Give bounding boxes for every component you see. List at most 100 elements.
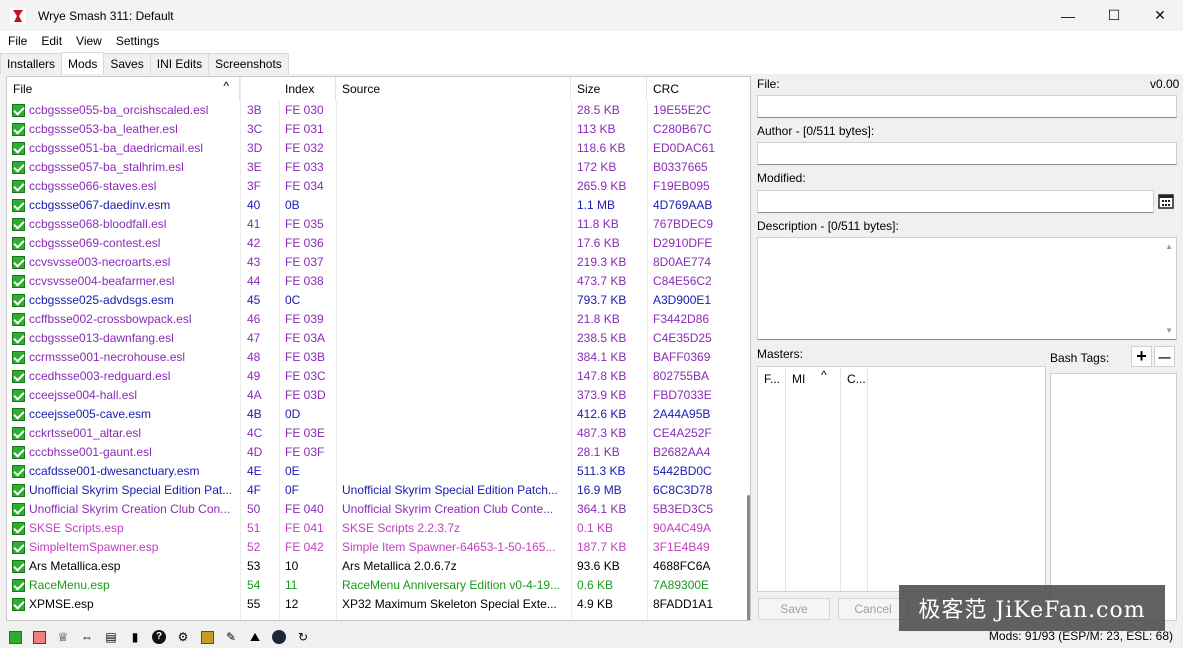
mod-checkbox[interactable] xyxy=(12,522,25,535)
calendar-icon[interactable] xyxy=(1157,192,1175,210)
mod-checkbox[interactable] xyxy=(12,465,25,478)
column-header-index[interactable]: Index xyxy=(279,77,336,101)
table-row[interactable]: ccbgssse066-staves.esl 3F FE 034 265.9 KB F1… xyxy=(7,177,750,196)
table-row[interactable]: ccvsvsse004-beafarmer.esl 44 FE 038 473.7 K… xyxy=(7,272,750,291)
menu-file[interactable]: File xyxy=(0,34,33,48)
mod-checkbox[interactable] xyxy=(12,161,25,174)
table-row[interactable]: XPMSE.esp 55 12 XP32 Maximum Skeleton Speci… xyxy=(7,595,750,614)
mod-checkbox[interactable] xyxy=(12,142,25,155)
table-row[interactable]: ccbgssse067-daedinv.esm 40 0B 1.1 MB 4D769AA… xyxy=(7,196,750,215)
table-row[interactable]: cccbhsse001-gaunt.esl 4D FE 03F 28.1 KB B268… xyxy=(7,443,750,462)
menu-settings[interactable]: Settings xyxy=(108,34,165,48)
masters-column-crc[interactable]: C... xyxy=(847,372,866,386)
table-row[interactable]: SimpleItemSpawner.esp 52 FE 042 Simple Item… xyxy=(7,538,750,557)
mod-checkbox[interactable] xyxy=(12,275,25,288)
creation-kit-icon[interactable]: ⛰ xyxy=(246,629,264,645)
mod-checkbox[interactable] xyxy=(12,389,25,402)
column-header-size[interactable]: Size xyxy=(571,77,647,101)
scroll-up-icon[interactable]: ▲ xyxy=(1165,242,1173,251)
table-row[interactable]: cckrtsse001_altar.esl 4C FE 03E 487.3 KB CE4… xyxy=(7,424,750,443)
mod-checkbox[interactable] xyxy=(12,560,25,573)
bash-tags-list[interactable] xyxy=(1050,373,1177,621)
table-row[interactable]: ccrmssse001-necrohouse.esl 48 FE 03B 384.1 … xyxy=(7,348,750,367)
menu-edit[interactable]: Edit xyxy=(33,34,68,48)
add-tag-button[interactable]: + xyxy=(1131,346,1152,367)
mod-checkbox[interactable] xyxy=(12,541,25,554)
mod-checkbox[interactable] xyxy=(12,199,25,212)
mod-checkbox[interactable] xyxy=(12,237,25,250)
clipboard-icon[interactable]: ▤ xyxy=(102,629,120,645)
mod-list-scrollbar[interactable] xyxy=(747,495,750,620)
table-row[interactable]: ccbgssse069-contest.esl 42 FE 036 17.6 KB D2… xyxy=(7,234,750,253)
tab-ini-edits[interactable]: INI Edits xyxy=(149,53,210,74)
mod-checkbox[interactable] xyxy=(12,427,25,440)
mod-checkbox[interactable] xyxy=(12,218,25,231)
author-input[interactable] xyxy=(757,142,1177,165)
scroll-down-icon[interactable]: ▼ xyxy=(1165,326,1173,335)
table-row[interactable]: ccbgssse053-ba_leather.esl 3C FE 031 113 KB… xyxy=(7,120,750,139)
remove-tag-button[interactable]: — xyxy=(1154,346,1175,367)
uncheck-all-icon[interactable] xyxy=(30,629,48,645)
mod-checkbox[interactable] xyxy=(12,332,25,345)
table-row[interactable]: ccbgssse025-advdsgs.esm 45 0C 793.7 KB A3D90… xyxy=(7,291,750,310)
mod-checkbox[interactable] xyxy=(12,180,25,193)
table-row[interactable]: Ars Metallica.esp 53 10 Ars Metallica 2.0.6… xyxy=(7,557,750,576)
file-name-input[interactable] xyxy=(757,95,1177,118)
tab-screenshots[interactable]: Screenshots xyxy=(208,53,289,74)
refresh-icon[interactable]: ↻ xyxy=(294,629,312,645)
table-row[interactable]: Unofficial Skyrim Special Edition Pat...… xyxy=(7,481,750,500)
checkbox-toggle-icon[interactable] xyxy=(6,629,24,645)
gear-icon[interactable]: ⚙ xyxy=(174,629,192,645)
mod-checkbox[interactable] xyxy=(12,256,25,269)
table-row[interactable]: cceejsse005-cave.esm 4B 0D 412.6 KB 2A44A95B xyxy=(7,405,750,424)
launch-game-icon[interactable]: ♕ xyxy=(54,629,72,645)
table-row[interactable]: SKSE Scripts.esp 51 FE 041 SKSE Scripts 2.2… xyxy=(7,519,750,538)
settings-slider-icon[interactable]: ⇔ xyxy=(78,629,96,645)
book-icon[interactable]: ▮ xyxy=(126,629,144,645)
minimize-button[interactable]: — xyxy=(1045,0,1091,31)
table-row[interactable]: RaceMenu.esp 54 11 RaceMenu Anniversary Edi… xyxy=(7,576,750,595)
save-button[interactable]: Save xyxy=(758,598,830,620)
maximize-button[interactable]: ☐ xyxy=(1091,0,1137,31)
column-header-crc[interactable]: CRC xyxy=(647,77,750,101)
tab-installers[interactable]: Installers xyxy=(0,53,63,74)
table-row[interactable]: ccbgssse057-ba_stalhrim.esl 3E FE 033 172 K… xyxy=(7,158,750,177)
mod-checkbox[interactable] xyxy=(12,484,25,497)
mod-checkbox[interactable] xyxy=(12,370,25,383)
table-row[interactable]: cceejsse004-hall.esl 4A FE 03D 373.9 KB FBD7… xyxy=(7,386,750,405)
cancel-button[interactable]: Cancel xyxy=(838,598,908,620)
menu-view[interactable]: View xyxy=(68,34,108,48)
table-row[interactable]: ccbgssse068-bloodfall.esl 41 FE 035 11.8 KB… xyxy=(7,215,750,234)
steam-icon[interactable] xyxy=(270,629,288,645)
mod-checkbox[interactable] xyxy=(12,123,25,136)
mod-checkbox[interactable] xyxy=(12,598,25,611)
help-icon[interactable]: ? xyxy=(150,629,168,645)
table-row[interactable]: ccedhsse003-redguard.esl 49 FE 03C 147.8 KB… xyxy=(7,367,750,386)
mod-checkbox[interactable] xyxy=(12,294,25,307)
column-header-source[interactable]: Source xyxy=(336,77,571,101)
table-row[interactable]: ccafdsse001-dwesanctuary.esm 4E 0E 511.3 KB… xyxy=(7,462,750,481)
mod-checkbox[interactable] xyxy=(12,408,25,421)
masters-list[interactable]: F... MI ^ C... xyxy=(757,366,1046,592)
close-button[interactable]: ✕ xyxy=(1137,0,1183,31)
table-row[interactable]: ccvsvsse003-necroarts.esl 43 FE 037 219.3 K… xyxy=(7,253,750,272)
table-row[interactable]: ccbgssse013-dawnfang.esl 47 FE 03A 238.5 KB… xyxy=(7,329,750,348)
column-header-file[interactable]: File ^ xyxy=(7,77,240,101)
mod-checkbox[interactable] xyxy=(12,104,25,117)
table-row[interactable]: ccbgssse051-ba_daedricmail.esl 3D FE 032 11… xyxy=(7,139,750,158)
xedit-icon[interactable] xyxy=(198,629,216,645)
tab-mods[interactable]: Mods xyxy=(61,52,105,74)
mod-checkbox[interactable] xyxy=(12,446,25,459)
tool-icon[interactable]: ✎ xyxy=(222,629,240,645)
table-row[interactable]: ccffbsse002-crossbowpack.esl 46 FE 039 21.8… xyxy=(7,310,750,329)
mod-checkbox[interactable] xyxy=(12,313,25,326)
tab-saves[interactable]: Saves xyxy=(103,53,151,74)
description-textarea[interactable]: ▲ ▼ xyxy=(757,237,1177,340)
mod-checkbox[interactable] xyxy=(12,503,25,516)
table-row[interactable]: ccbgssse055-ba_orcishscaled.esl 3B FE 030 2… xyxy=(7,101,750,120)
mod-checkbox[interactable] xyxy=(12,579,25,592)
mod-checkbox[interactable] xyxy=(12,351,25,364)
modified-input[interactable] xyxy=(757,190,1154,213)
masters-column-mi[interactable]: MI xyxy=(792,372,805,386)
masters-column-file[interactable]: F... xyxy=(764,372,780,386)
